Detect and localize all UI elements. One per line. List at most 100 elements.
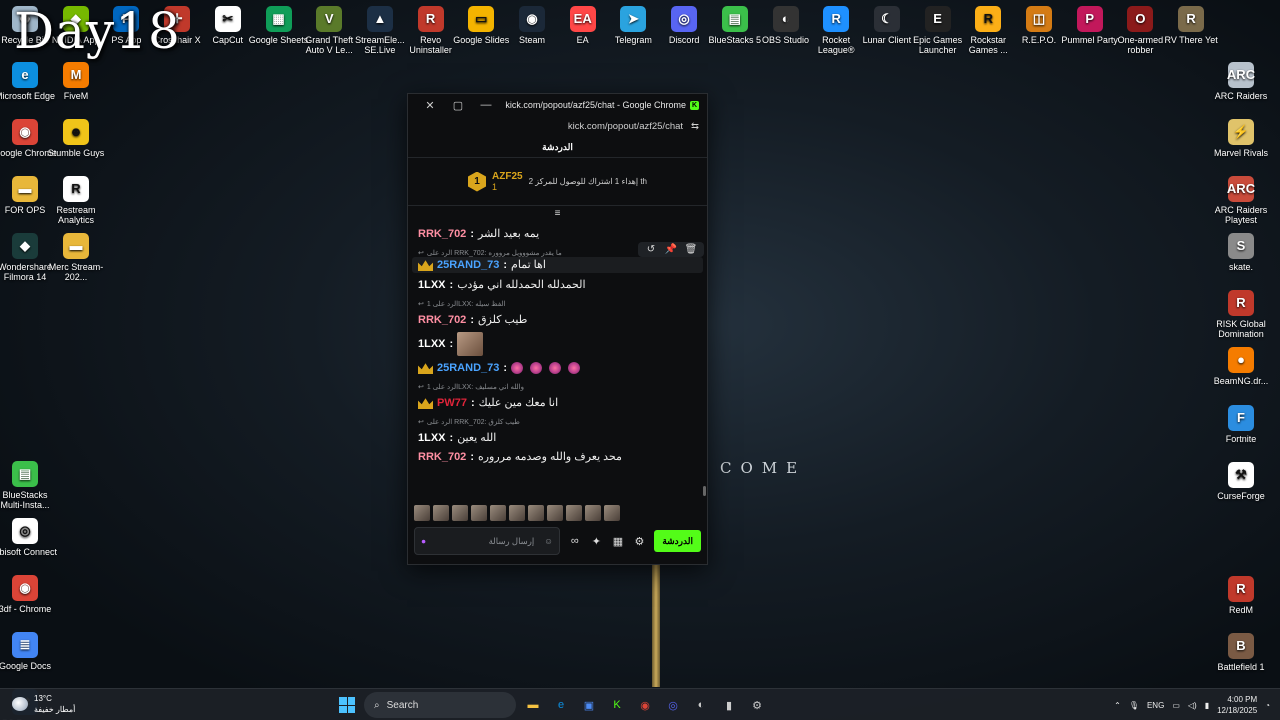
desktop-icon-beamng-dr[interactable]: ● BeamNG.dr... [1208,347,1274,386]
chat-username[interactable]: 1LXX [418,337,446,351]
settings-icon[interactable]: ⚙ [633,535,647,548]
chat-username[interactable]: RRK_702 [418,450,466,464]
mic-icon[interactable]: ● [421,536,426,546]
desktop-icon-label: BlueStacks Multi-Insta... [0,490,50,510]
desktop-icon-google-docs[interactable]: ≣ Google Docs [0,632,58,671]
desktop-icon-arc-raiders-playtest[interactable]: ARC ARC Raiders Playtest [1208,176,1274,225]
collapse-icon[interactable]: ≡ [408,206,707,220]
desktop-icon-ubisoft-connect[interactable]: ◎ Ubisoft Connect [0,518,58,557]
desktop-icon-bluestacks-multi-insta[interactable]: ▤ BlueStacks Multi-Insta... [0,461,58,510]
chat-username[interactable]: 25RAND_73 [437,361,499,375]
network-icon[interactable]: ▭ [1172,701,1180,710]
skate-icon: S [1228,233,1254,259]
chevron-up-icon[interactable]: ⌃ [1114,701,1121,710]
file-explorer-icon[interactable]: ▬ [522,694,544,716]
reply-context[interactable]: ↩ الرد على RRK_702: طيب كلزق [418,418,697,426]
reply-context[interactable]: ↩ الرد على 1LXX: والله اني مسليف [418,383,697,391]
chat-message[interactable]: 1LXX: الحمدلله الحمدلله اني مؤدب [418,278,697,292]
chat-message[interactable]: 25RAND_73: اها تمام [412,257,703,273]
chat-window[interactable]: ✕ ▢ — kick.com/popout/azf25/chat - Googl… [407,93,708,565]
desktop-icon-restream-analytics[interactable]: R Restream Analytics [43,176,109,225]
chat-username[interactable]: RRK_702 [418,313,466,327]
desktop-icon-risk-global-domination[interactable]: R RISK Global Domination [1208,290,1274,339]
chat-message[interactable]: RRK_702: محد يعرف والله وصدمه مرروره [418,450,697,464]
settings-icon[interactable]: ⚙ [746,694,768,716]
chat-username[interactable]: 1LXX [418,431,446,445]
chat-message[interactable]: 25RAND_73: [418,361,697,375]
chat-message[interactable]: PW77: انا معك مين عليك [418,396,697,410]
chat-username[interactable]: PW77 [437,396,467,410]
reply-action-icon[interactable]: ↺ [642,244,660,255]
emote-picker-item[interactable] [566,505,582,521]
desktop-icon-merc-stream-202[interactable]: ▬ Merc Stream-202... [43,233,109,282]
weather-widget[interactable]: 13°C أمطار خفيفة [12,693,75,715]
emote-picker-item[interactable] [509,505,525,521]
emote-picker-item[interactable] [471,505,487,521]
obs-icon[interactable]: ◐ [690,694,712,716]
desktop-icon-label: FiveM [63,91,89,101]
minimize-icon[interactable]: — [472,99,500,111]
url-bar[interactable]: kick.com/popout/azf25/chat ⇆ [408,116,707,136]
window-titlebar[interactable]: ✕ ▢ — kick.com/popout/azf25/chat - Googl… [408,94,707,116]
discord-icon[interactable]: ◎ [662,694,684,716]
emote-picker-item[interactable] [547,505,563,521]
emoji-icon[interactable]: ☺ [544,536,553,546]
desktop-icon-fortnite[interactable]: F Fortnite [1208,405,1274,444]
chrome-icon[interactable]: ◉ [634,694,656,716]
language-indicator[interactable]: ENG [1147,701,1164,710]
lunar-client-icon: ☾ [873,6,900,32]
mic-tray-icon[interactable]: 🎙 [1129,701,1139,710]
desktop-icon-marvel-rivals[interactable]: ⚡ Marvel Rivals [1208,119,1274,158]
emote-picker-item[interactable] [585,505,601,521]
desktop-icon-stumble-guys[interactable]: ☻ Stumble Guys [43,119,109,158]
gift-icon[interactable]: ✦ [590,535,604,548]
chat-username[interactable]: 25RAND_73 [437,258,499,272]
tune-icon[interactable]: ⇆ [691,121,699,132]
delete-action-icon[interactable]: 🗑 [682,244,700,255]
desktop-icon-redm[interactable]: R RedM [1208,576,1274,615]
scrollbar[interactable] [703,486,706,496]
emote-picker-item[interactable] [604,505,620,521]
chat-input[interactable]: ● إرسال رسالة ☺ [414,527,560,555]
chat-send-button[interactable]: الدردشة [654,530,701,552]
chat-message[interactable]: RRK_702: يمه بعيد الشر [418,227,697,241]
desktop-icon-arc-raiders[interactable]: ARC ARC Raiders [1208,62,1274,101]
maximize-icon[interactable]: ▢ [444,99,472,112]
volume-icon[interactable]: ◁) [1188,701,1197,710]
emote-picker-item[interactable] [452,505,468,521]
pin-action-icon[interactable]: 📌 [662,244,680,255]
search-icon: ⌕ [374,699,380,711]
desktop-icon-label: Stumble Guys [47,148,105,158]
desktop-icon-battlefield-1[interactable]: B Battlefield 1 [1208,633,1274,672]
chat-username[interactable]: RRK_702 [418,227,466,241]
close-icon[interactable]: ✕ [416,99,444,112]
chat-message[interactable]: 1LXX: [418,332,697,356]
emote-picker-item[interactable] [528,505,544,521]
clock[interactable]: 4:00 PM 12/18/2025 [1217,694,1257,716]
desktop-icon-rv-there-yet[interactable]: R RV There Yet [1158,6,1224,45]
search-input[interactable]: ⌕ Search [364,692,516,718]
store-icon[interactable]: ▦ [611,535,625,548]
desktop-icon-fivem[interactable]: M FiveM [43,62,109,101]
emote-picker-item[interactable] [490,505,506,521]
emote-strip[interactable] [414,505,620,521]
notification-icon[interactable]: ◔ [1265,701,1270,710]
desktop-icon-3df-chrome[interactable]: ◉ 3df - Chrome [0,575,58,614]
desktop-icon-curseforge[interactable]: ⚒ CurseForge [1208,462,1274,501]
chat-message[interactable]: 1LXX: الله يعين [418,431,697,445]
start-button[interactable] [336,694,358,716]
reply-context[interactable]: ↩ الرد على 1LXX: الفظ سيله [418,300,697,308]
ea-icon: EA [569,6,596,32]
edge-icon[interactable]: e [550,694,572,716]
infinity-icon[interactable]: ∞ [568,535,582,547]
emote-picker-item[interactable] [433,505,449,521]
terminal-icon[interactable]: ▮ [718,694,740,716]
kick-icon[interactable]: K [606,694,628,716]
emote-picker-item[interactable] [414,505,430,521]
chat-message[interactable]: RRK_702: طيب كلزق [418,313,697,327]
battery-icon[interactable]: ▮ [1205,701,1209,710]
store-icon[interactable]: ▣ [578,694,600,716]
for-ops-icon: ▬ [12,176,38,202]
chat-username[interactable]: 1LXX [418,278,446,292]
desktop-icon-skate[interactable]: Sskate. [1208,233,1274,272]
